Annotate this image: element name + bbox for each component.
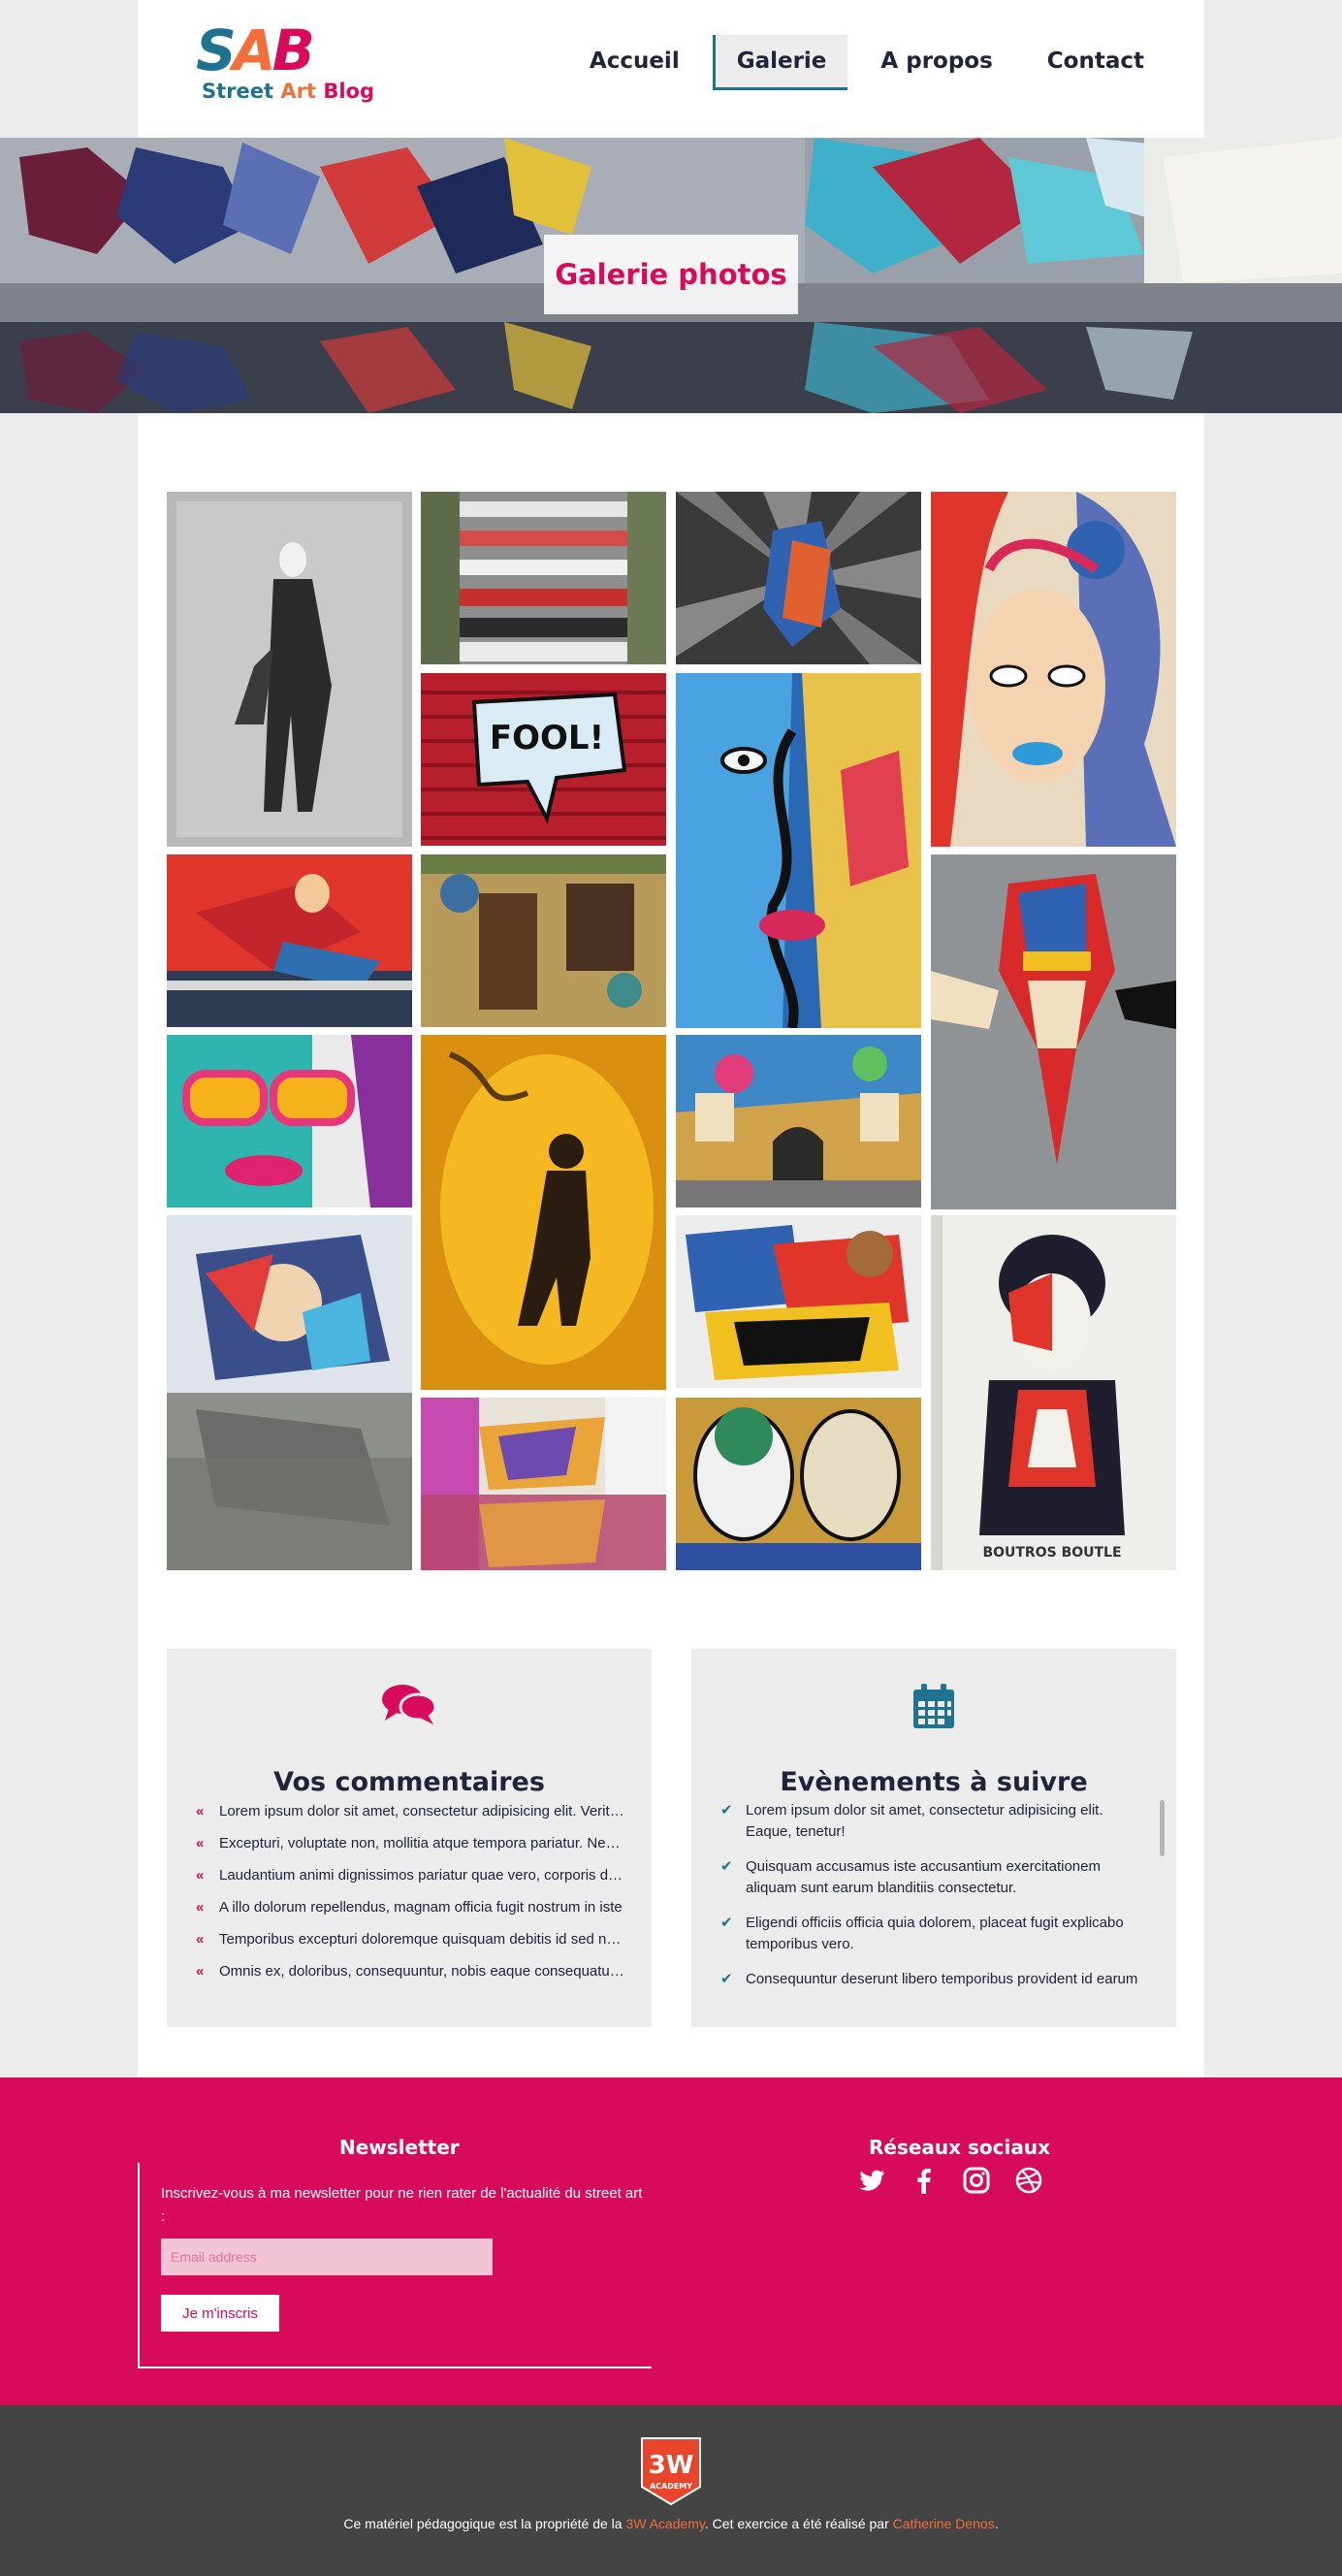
dribbble-icon[interactable]: [1013, 2165, 1044, 2196]
newsletter-text: Inscrivez-vous à ma newsletter pour ne r…: [161, 2185, 643, 2225]
gallery-photo-colorful-wall[interactable]: [421, 1398, 666, 1570]
quote-icon: «: [196, 1899, 205, 1916]
academy-link[interactable]: 3W Academy: [625, 2516, 704, 2531]
comment-item[interactable]: «Lorem ipsum dolor sit amet, consectetur…: [196, 1802, 624, 1821]
logo-letters: S A B: [196, 17, 315, 83]
nav-item-galerie[interactable]: Galerie: [712, 35, 848, 90]
logo-word-street: Street: [202, 80, 274, 103]
main-nav: Accueil Galerie A propos Contact: [557, 35, 1166, 90]
quote-icon: «: [196, 1867, 205, 1884]
gallery-photo-stencil-man[interactable]: [167, 492, 412, 847]
gallery-photo-walking-shadow[interactable]: [421, 1035, 666, 1390]
academy-logo[interactable]: 3W ACADEMY: [640, 2436, 702, 2506]
gallery-photo-faces[interactable]: [676, 673, 921, 1028]
quote-icon: «: [196, 1963, 205, 1980]
logo-word-art: Art: [280, 80, 317, 103]
instagram-icon[interactable]: [961, 2165, 992, 2196]
gallery-photo-stairs[interactable]: [421, 492, 666, 664]
svg-text:FOOL!: FOOL!: [490, 719, 604, 757]
gallery-photo-fool[interactable]: FOOL!: [421, 673, 666, 846]
calendar-icon: [691, 1682, 1176, 1735]
check-icon: ✔: [720, 1971, 733, 1987]
gallery-photo-two-faces[interactable]: [676, 1398, 921, 1570]
comment-item[interactable]: «A illo dolorum repellendus, magnam offi…: [196, 1898, 624, 1917]
events-scrollbar[interactable]: [1160, 1800, 1165, 1856]
logo-letter-s: S: [196, 17, 237, 83]
events-card: Evènements à suivre ✔ Lorem ipsum dolor s…: [691, 1649, 1176, 2027]
facebook-icon[interactable]: [909, 2165, 940, 2196]
comment-item[interactable]: «Excepturi, voluptate non, mollitia atqu…: [196, 1834, 624, 1853]
event-item[interactable]: ✔ Consequuntur deserunt libero temporibus…: [720, 1969, 1151, 1990]
gallery-photo-doors[interactable]: [421, 854, 666, 1027]
nav-item-a-propos[interactable]: A propos: [859, 35, 1013, 90]
event-item[interactable]: ✔ Quisquam accusamus iste accusantium exe…: [720, 1856, 1151, 1899]
check-icon: ✔: [720, 1915, 733, 1931]
comments-card: Vos commentaires «Lorem ipsum dolor sit …: [167, 1649, 652, 2027]
newsletter-form: Inscrivez-vous à ma newsletter pour ne r…: [138, 2163, 652, 2368]
twitter-icon[interactable]: [856, 2165, 887, 2196]
gallery-photo-woman-portrait[interactable]: [931, 492, 1176, 847]
social-links: [856, 2165, 1044, 2196]
quote-icon: «: [196, 1803, 205, 1819]
social-title: Réseaux sociaux: [869, 2136, 1051, 2159]
svg-text:3W: 3W: [649, 2451, 694, 2480]
comments-icon: [167, 1682, 652, 1731]
banner-title: Galerie photos: [544, 235, 798, 314]
events-list: ✔ Lorem ipsum dolor sit amet, consectetur…: [720, 1800, 1151, 2004]
check-icon: ✔: [720, 1858, 733, 1875]
event-item[interactable]: ✔ Eligendi officiis officia quia dolorem,…: [720, 1913, 1151, 1955]
gallery-photo-sunglasses[interactable]: [167, 1035, 412, 1208]
gallery-photo-kiss[interactable]: [676, 492, 921, 664]
subscribe-button[interactable]: Je m'inscris: [161, 2295, 279, 2332]
svg-text:ACADEMY: ACADEMY: [650, 2482, 692, 2491]
email-field[interactable]: [161, 2238, 493, 2275]
check-icon: ✔: [720, 1802, 733, 1819]
logo-letter-a: A: [232, 17, 276, 83]
comment-item[interactable]: «Omnis ex, doloribus, consequuntur, nobi…: [196, 1962, 624, 1981]
gallery-photo-puddle-graffiti[interactable]: [167, 1215, 412, 1570]
gallery-photo-flying-man[interactable]: [167, 854, 412, 1027]
site-footer: 3W ACADEMY Ce matériel pédagogique est l…: [0, 2405, 1342, 2576]
site-logo[interactable]: S A B Street Art Blog: [196, 17, 399, 113]
logo-letter-b: B: [272, 17, 315, 83]
comments-title: Vos commentaires: [273, 1767, 545, 1798]
comment-item[interactable]: «Temporibus excepturi doloremque quisqua…: [196, 1930, 624, 1949]
event-item[interactable]: ✔ Lorem ipsum dolor sit amet, consectetur…: [720, 1800, 1151, 1843]
logo-word-blog: Blog: [323, 80, 374, 103]
author-link[interactable]: Catherine Denos: [893, 2516, 995, 2531]
nav-item-accueil[interactable]: Accueil: [568, 35, 701, 90]
svg-text:BOUTROS BOUTLE: BOUTROS BOUTLE: [982, 1545, 1121, 1561]
newsletter-section: Newsletter Inscrivez-vous à ma newslette…: [0, 2077, 1342, 2405]
logo-words: Street Art Blog: [202, 80, 374, 103]
newsletter-title: Newsletter: [339, 2136, 460, 2159]
comments-list: «Lorem ipsum dolor sit amet, consectetur…: [196, 1802, 624, 1994]
photo-gallery: FOOL! BOUTROS BOUTLE: [167, 492, 1176, 1572]
comment-item[interactable]: «Laudantium animi dignissimos pariatur q…: [196, 1866, 624, 1885]
gallery-photo-house-mural[interactable]: [676, 1035, 921, 1208]
copyright-text: Ce matériel pédagogique est la propriété…: [343, 2516, 999, 2531]
hero-banner: Galerie photos: [0, 138, 1342, 413]
gallery-photo-graffiti-letters[interactable]: [676, 1215, 921, 1388]
events-title: Evènements à suivre: [780, 1767, 1088, 1798]
gallery-photo-wall-king[interactable]: [931, 854, 1176, 1209]
site-header: S A B Street Art Blog Accueil Galerie A …: [138, 0, 1204, 138]
gallery-photo-stencil-audrey[interactable]: BOUTROS BOUTLE: [931, 1215, 1176, 1570]
nav-item-contact[interactable]: Contact: [1026, 35, 1166, 90]
quote-icon: «: [196, 1931, 205, 1948]
quote-icon: «: [196, 1835, 205, 1852]
